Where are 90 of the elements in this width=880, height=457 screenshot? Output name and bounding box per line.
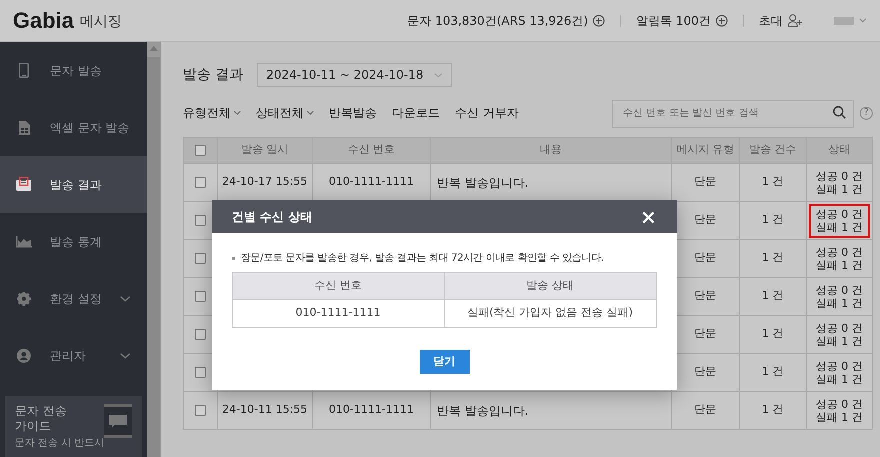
search-field[interactable]: 수신 번호 또는 발신 번호 검색 bbox=[612, 100, 854, 128]
chevron-down-icon bbox=[120, 352, 131, 358]
row-checkbox[interactable] bbox=[195, 405, 206, 416]
close-button[interactable]: × bbox=[640, 206, 657, 226]
area-chart-icon bbox=[16, 236, 32, 248]
send-count: 1 건 bbox=[762, 364, 784, 380]
guide-text: 문자 전송 시 반드시 bbox=[15, 438, 106, 450]
row-checkbox[interactable] bbox=[195, 177, 206, 188]
row-checkbox[interactable] bbox=[195, 253, 206, 264]
recipient-number: 010-1111-1111 bbox=[329, 402, 414, 418]
row-checkbox[interactable] bbox=[195, 329, 206, 340]
logo[interactable]: Gabia bbox=[13, 4, 74, 37]
row-checkbox[interactable] bbox=[195, 291, 206, 302]
message-type: 단문 bbox=[694, 402, 716, 418]
page-title: 발송 결과 bbox=[183, 66, 244, 84]
chevron-down-icon bbox=[234, 111, 241, 115]
column-header: 수신 번호 bbox=[314, 278, 362, 294]
send-count: 1 건 bbox=[762, 402, 784, 418]
envelope-icon bbox=[16, 177, 32, 192]
sidebar-item[interactable]: 환경 설정 bbox=[0, 270, 147, 327]
scrollbar-thumb[interactable] bbox=[147, 57, 160, 457]
add-icon[interactable] bbox=[593, 14, 606, 26]
chevron-down-icon[interactable] bbox=[859, 18, 867, 23]
phone-icon bbox=[19, 63, 29, 78]
column-header: 메시지 유형 bbox=[676, 142, 735, 158]
message-content: 반복 발송입니다. bbox=[437, 174, 529, 192]
sidebar-item[interactable]: 관리자 bbox=[0, 327, 147, 384]
add-icon[interactable] bbox=[716, 14, 728, 26]
sent-time: 24-10-11 15:55 bbox=[222, 402, 308, 418]
chevron-down-icon bbox=[120, 296, 131, 302]
spreadsheet-file-icon bbox=[18, 120, 30, 134]
sidebar-item[interactable]: 문자 발송 bbox=[0, 42, 147, 99]
status-link[interactable]: 성공 0 건 실패 1 건 bbox=[809, 394, 870, 428]
message-type: 단문 bbox=[694, 212, 716, 228]
sent-time: 24-10-17 15:55 bbox=[222, 174, 308, 190]
row-checkbox[interactable] bbox=[195, 215, 206, 226]
sidebar-item[interactable]: 엑셀 문자 발송 bbox=[0, 99, 147, 156]
dialog-title: 건별 수신 상태 bbox=[232, 208, 312, 226]
message-type: 단문 bbox=[694, 364, 716, 380]
filter-dropdown[interactable]: 유형전체 bbox=[183, 104, 241, 122]
bullet-icon bbox=[232, 257, 235, 260]
credit-balance: 문자 103,830건(ARS 13,926건) bbox=[408, 12, 588, 30]
column-header: 발송 상태 bbox=[526, 278, 574, 294]
close-dialog-button[interactable]: 닫기 bbox=[420, 350, 470, 374]
status-link[interactable]: 성공 0 건 실패 1 건 bbox=[809, 242, 870, 276]
alimtalk-balance: 알림톡 100건 bbox=[636, 12, 711, 30]
recipient-number: 010-1111-1111 bbox=[296, 305, 381, 322]
message-type: 단문 bbox=[694, 250, 716, 266]
status-link[interactable]: 성공 0 건 실패 1 건 bbox=[809, 166, 870, 200]
send-count: 1 건 bbox=[762, 212, 784, 228]
send-count: 1 건 bbox=[762, 174, 784, 190]
toolbar-link[interactable]: 다운로드 bbox=[392, 104, 440, 122]
send-count: 1 건 bbox=[762, 326, 784, 342]
message-type: 단문 bbox=[694, 174, 716, 190]
recipient-number: 010-1111-1111 bbox=[329, 174, 414, 190]
message-content: 반복 발송입니다. bbox=[437, 402, 529, 420]
toolbar-link[interactable]: 수신 거부자 bbox=[455, 104, 519, 122]
service-name: 메시징 bbox=[80, 12, 122, 32]
column-header: 수신 번호 bbox=[348, 142, 396, 158]
invite-link[interactable]: 초대 bbox=[759, 12, 783, 30]
gear-icon bbox=[17, 292, 31, 306]
column-header: 내용 bbox=[540, 142, 562, 158]
date-range-dropdown[interactable]: 2024-10-11 ~ 2024-10-18 bbox=[257, 63, 452, 87]
column-header: 상태 bbox=[828, 142, 850, 158]
search-icon[interactable] bbox=[833, 106, 846, 119]
guide-title: 문자 전송 가이드 bbox=[15, 404, 68, 435]
user-icon bbox=[17, 348, 31, 362]
column-header: 발송 건수 bbox=[749, 142, 797, 158]
sidebar-item[interactable]: 발송 통계 bbox=[0, 213, 147, 270]
status-link[interactable]: 성공 0 건 실패 1 건 bbox=[809, 318, 870, 352]
column-header: 발송 일시 bbox=[241, 142, 289, 158]
send-status: 실패(착신 가입자 없음 전송 실패) bbox=[467, 305, 634, 322]
chat-icon bbox=[104, 404, 132, 438]
status-link[interactable]: 성공 0 건 실패 1 건 bbox=[809, 356, 870, 390]
guide-card[interactable]: 문자 전송 가이드 문자 전송 시 반드시 bbox=[5, 396, 142, 457]
message-type: 단문 bbox=[694, 326, 716, 342]
person-add-icon[interactable] bbox=[788, 14, 803, 27]
status-link[interactable]: 성공 0 건 실패 1 건 bbox=[809, 204, 870, 238]
chevron-down-icon bbox=[307, 111, 314, 115]
sidebar-item[interactable]: 발송 결과 bbox=[0, 156, 147, 213]
filter-dropdown[interactable]: 상태전체 bbox=[256, 104, 314, 122]
toolbar-link[interactable]: 반복발송 bbox=[329, 104, 377, 122]
send-count: 1 건 bbox=[762, 288, 784, 304]
chevron-down-icon bbox=[434, 72, 443, 78]
select-all-checkbox[interactable] bbox=[195, 145, 206, 156]
send-count: 1 건 bbox=[762, 250, 784, 266]
dialog-note: 장문/포토 문자를 발송한 경우, 발송 결과는 최대 72시간 이내로 확인할 수 있습니다. bbox=[241, 252, 604, 266]
message-type: 단문 bbox=[694, 288, 716, 304]
status-link[interactable]: 성공 0 건 실패 1 건 bbox=[809, 280, 870, 314]
row-checkbox[interactable] bbox=[195, 367, 206, 378]
